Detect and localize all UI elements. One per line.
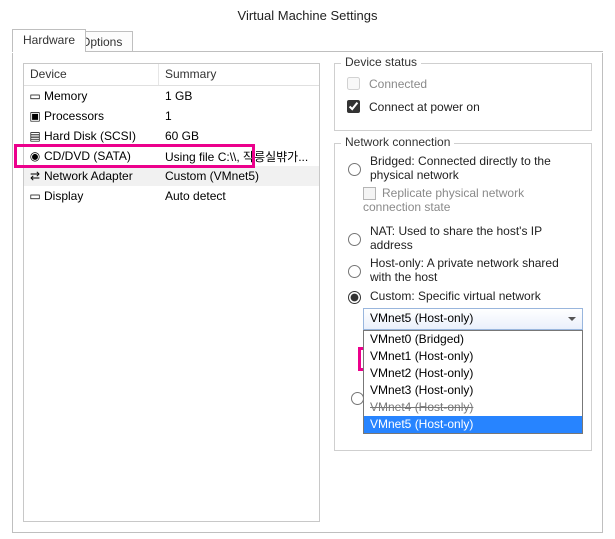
device-list[interactable]: Device Summary ▭Memory 1 GB ▣Processors … — [23, 63, 320, 522]
dropdown-item[interactable]: VMnet3 (Host-only) — [364, 382, 582, 399]
device-row-memory[interactable]: ▭Memory 1 GB — [24, 86, 319, 106]
device-summary: Using file C:\\, 작릉실뱎가... — [159, 148, 319, 165]
disc-icon: ◉ — [26, 149, 44, 163]
radio-custom[interactable]: Custom: Specific virtual network — [343, 288, 583, 304]
device-row-processors[interactable]: ▣Processors 1 — [24, 106, 319, 126]
device-label: Processors — [44, 109, 104, 123]
radio-below-dropdown[interactable] — [351, 392, 364, 405]
device-summary: Auto detect — [159, 189, 319, 203]
dropdown-item-selected[interactable]: VMnet5 (Host-only) — [364, 416, 582, 433]
network-connection-group: Network connection Bridged: Connected di… — [334, 143, 592, 451]
checkbox-replicate: Replicate physical network connection st… — [363, 186, 583, 214]
device-row-display[interactable]: ▭Display Auto detect — [24, 186, 319, 206]
tab-bar: Hardware Options — [12, 29, 603, 53]
radio-custom-input[interactable] — [348, 291, 361, 304]
settings-panel: Device Summary ▭Memory 1 GB ▣Processors … — [12, 53, 603, 533]
network-connection-legend: Network connection — [341, 135, 454, 149]
device-row-network-adapter[interactable]: ⇄Network Adapter Custom (VMnet5) — [24, 166, 319, 186]
device-summary: 60 GB — [159, 129, 319, 143]
dropdown-item[interactable]: VMnet1 (Host-only) — [364, 348, 582, 365]
device-label: Display — [44, 189, 83, 203]
radio-host-only-label: Host-only: A private network shared with… — [370, 256, 583, 284]
window-title: Virtual Machine Settings — [0, 0, 615, 29]
radio-nat-label: NAT: Used to share the host's IP address — [370, 224, 583, 252]
tab-hardware[interactable]: Hardware — [12, 29, 86, 52]
radio-custom-label: Custom: Specific virtual network — [370, 289, 541, 303]
dropdown-item[interactable]: VMnet2 (Host-only) — [364, 365, 582, 382]
radio-nat-input[interactable] — [348, 233, 361, 246]
device-label: Hard Disk (SCSI) — [44, 129, 136, 143]
radio-nat[interactable]: NAT: Used to share the host's IP address — [343, 224, 583, 252]
memory-icon: ▭ — [26, 89, 44, 103]
device-summary: Custom (VMnet5) — [159, 169, 319, 183]
network-icon: ⇄ — [26, 169, 44, 183]
device-row-cddvd[interactable]: ◉CD/DVD (SATA) Using file C:\\, 작릉실뱎가... — [24, 146, 319, 166]
checkbox-connected: Connected — [343, 74, 583, 93]
device-list-header: Device Summary — [24, 64, 319, 86]
device-status-legend: Device status — [341, 55, 421, 69]
dropdown-list[interactable]: VMnet0 (Bridged) VMnet1 (Host-only) VMne… — [363, 330, 583, 434]
device-summary: 1 GB — [159, 89, 319, 103]
checkbox-connect-at-power-on-input[interactable] — [347, 100, 360, 113]
checkbox-connected-label: Connected — [369, 77, 427, 91]
device-row-harddisk[interactable]: ▤Hard Disk (SCSI) 60 GB — [24, 126, 319, 146]
device-label: Network Adapter — [44, 169, 133, 183]
column-header-device[interactable]: Device — [24, 64, 159, 85]
radio-bridged[interactable]: Bridged: Connected directly to the physi… — [343, 154, 583, 182]
custom-network-dropdown[interactable]: VMnet5 (Host-only) VMnet0 (Bridged) VMne… — [363, 308, 583, 330]
display-icon: ▭ — [26, 189, 44, 203]
radio-bridged-label: Bridged: Connected directly to the physi… — [370, 154, 583, 182]
radio-host-only-input[interactable] — [348, 265, 361, 278]
cpu-icon: ▣ — [26, 109, 44, 123]
checkbox-connected-input — [347, 77, 360, 90]
device-label: Memory — [44, 89, 87, 103]
checkbox-replicate-box — [363, 187, 376, 200]
radio-bridged-input[interactable] — [348, 163, 361, 176]
radio-host-only[interactable]: Host-only: A private network shared with… — [343, 256, 583, 284]
device-label: CD/DVD (SATA) — [44, 149, 131, 163]
column-header-summary[interactable]: Summary — [159, 64, 319, 85]
dropdown-selected[interactable]: VMnet5 (Host-only) — [363, 308, 583, 330]
checkbox-replicate-label: Replicate physical network connection st… — [363, 186, 524, 214]
checkbox-connect-at-power-on[interactable]: Connect at power on — [343, 97, 583, 116]
hdd-icon: ▤ — [26, 129, 44, 143]
checkbox-connect-at-power-on-label: Connect at power on — [369, 100, 480, 114]
dropdown-item[interactable]: VMnet0 (Bridged) — [364, 331, 582, 348]
device-summary: 1 — [159, 109, 319, 123]
dropdown-item[interactable]: VMnet4 (Host-only) — [364, 399, 582, 416]
device-status-group: Device status Connected Connect at power… — [334, 63, 592, 131]
